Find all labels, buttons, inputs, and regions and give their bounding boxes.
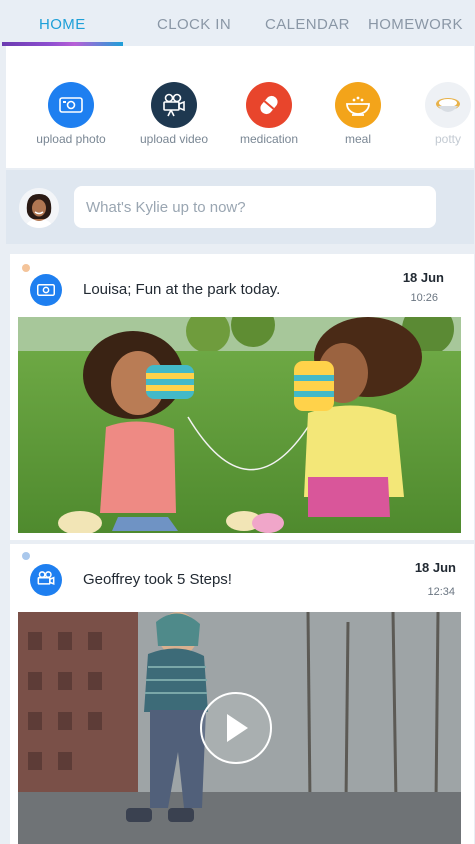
play-icon <box>227 714 248 742</box>
tab-homework[interactable]: HOMEWORK <box>368 16 463 36</box>
feed-card-video[interactable]: Geoffrey took 5 Steps! 18 Jun 12:34 <box>10 544 474 844</box>
post-photo[interactable] <box>18 317 461 533</box>
upload-video-label: upload video <box>139 132 209 146</box>
upload-photo-label: upload photo <box>36 132 106 146</box>
pill-icon <box>246 82 292 128</box>
potty-label: potty <box>434 132 461 146</box>
tab-bar: HOME CLOCK IN CALENDAR HOMEWORK <box>0 0 475 46</box>
meal-bowl-icon <box>335 82 381 128</box>
feed-card-photo[interactable]: Louisa; Fun at the park today. 18 Jun 10… <box>10 254 474 540</box>
status-input[interactable] <box>74 186 436 228</box>
play-button[interactable] <box>200 692 272 764</box>
photo-icon <box>30 274 62 306</box>
photo-icon <box>48 82 94 128</box>
user-avatar-icon[interactable] <box>19 188 59 228</box>
post-date: 18 Jun <box>402 270 444 285</box>
post-date: 18 Jun <box>414 560 456 575</box>
post-time: 10:26 <box>410 292 438 304</box>
post-title: Geoffrey took 5 Steps! <box>83 571 232 588</box>
tab-home[interactable]: HOME <box>39 16 86 36</box>
video-camera-icon <box>30 564 62 596</box>
potty-action[interactable]: potty <box>393 82 475 146</box>
post-time: 12:34 <box>427 586 455 598</box>
post-title: Louisa; Fun at the park today. <box>83 281 281 298</box>
post-video[interactable] <box>18 612 461 844</box>
tab-clock-in[interactable]: CLOCK IN <box>157 16 231 36</box>
status-composer <box>6 170 474 244</box>
tab-calendar[interactable]: CALENDAR <box>265 16 350 36</box>
video-camera-icon <box>151 82 197 128</box>
app: HOME CLOCK IN CALENDAR HOMEWORK upload p… <box>0 0 475 844</box>
upload-video-action[interactable]: upload video <box>119 82 229 146</box>
upload-photo-action[interactable]: upload photo <box>16 82 126 146</box>
post-dot <box>22 264 30 272</box>
quick-actions: upload photo upload video medication mea… <box>6 46 474 168</box>
potty-icon <box>425 82 471 128</box>
post-dot <box>22 552 30 560</box>
